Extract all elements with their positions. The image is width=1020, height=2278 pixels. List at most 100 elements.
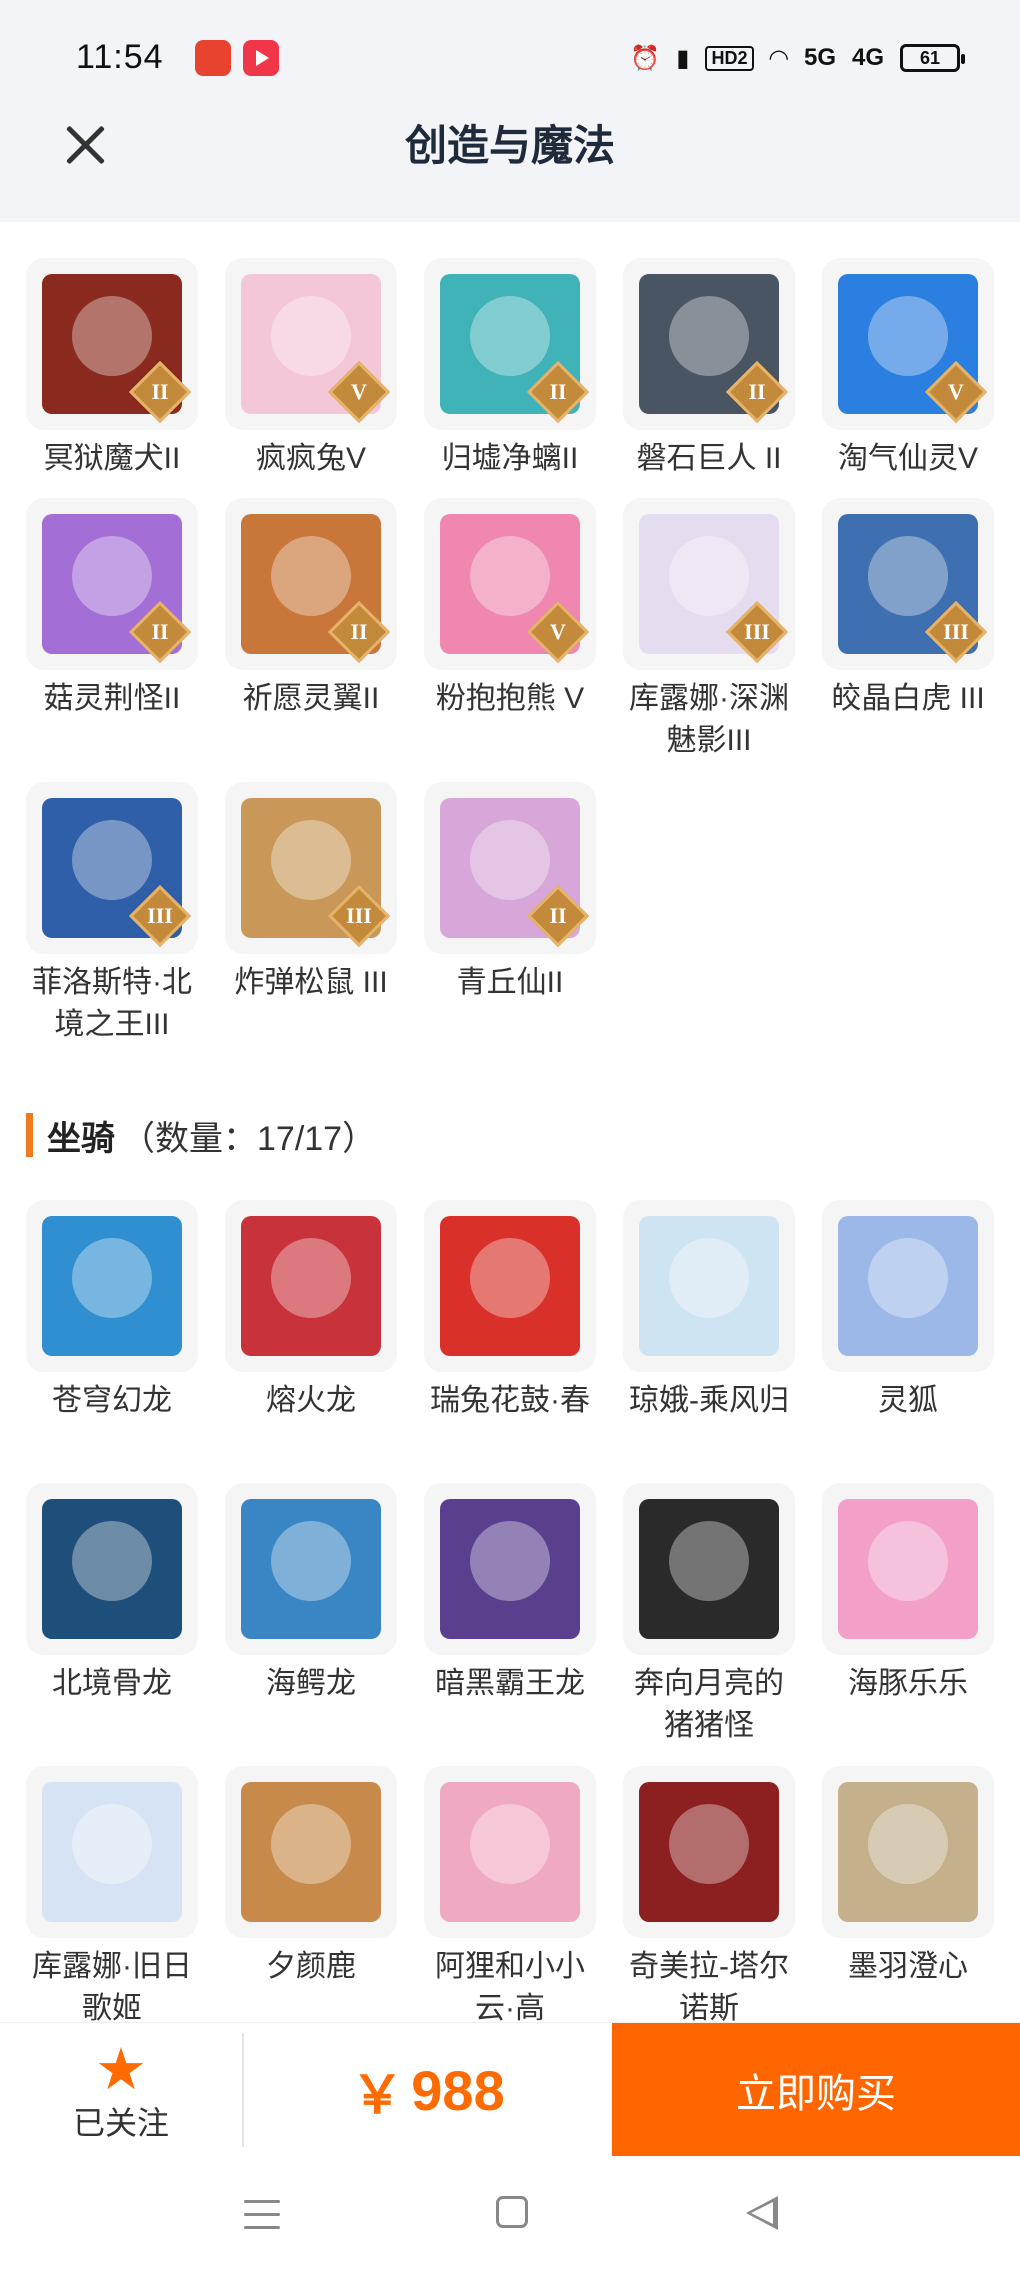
grid-item[interactable]: III 皎晶白虎 III (822, 498, 994, 720)
item-thumbnail (424, 1483, 596, 1655)
item-label: 菲洛斯特·北境之王III (32, 966, 192, 1041)
status-time: 11:54 (76, 38, 164, 76)
price: ￥ 988 (244, 2023, 612, 2157)
grid-item[interactable]: 夕颜鹿 (225, 1766, 397, 1988)
item-thumbnail (225, 1766, 397, 1938)
grid-item[interactable]: 熔火龙 (225, 1200, 397, 1422)
item-label: 冥狱魔犬II (43, 442, 181, 475)
item-image (440, 1782, 580, 1922)
item-label: 海鳄龙 (266, 1667, 356, 1700)
grid-item[interactable]: 奇美拉-塔尔诺斯 (623, 1766, 795, 2030)
grid-item[interactable]: 墨羽澄心 (822, 1766, 994, 1988)
grid-item[interactable]: II 磐石巨人 II (623, 258, 795, 480)
grid-item[interactable]: 琼娥-乘风归 (623, 1200, 795, 1422)
item-label: 灵狐 (878, 1384, 938, 1417)
grid-item[interactable]: II 青丘仙II (424, 782, 596, 1004)
grid-item[interactable]: 瑞兔花鼓·春 (424, 1200, 596, 1422)
item-label: 北境骨龙 (52, 1667, 172, 1700)
item-image (42, 1499, 182, 1639)
bottom-bar: ★ 已关注 ￥ 988 立即购买 (0, 2022, 1020, 2157)
item-thumbnail (225, 1483, 397, 1655)
item-label: 磐石巨人 II (636, 442, 782, 475)
item-image (838, 1499, 978, 1639)
grid-item[interactable]: V 疯疯兔V (225, 258, 397, 480)
item-label: 祈愿灵翼II (242, 682, 380, 715)
star-icon: ★ (95, 2037, 147, 2102)
item-thumbnail (822, 1766, 994, 1938)
item-image (838, 1216, 978, 1356)
tier-label: II (549, 379, 567, 404)
grid-item[interactable]: V 粉抱抱熊 V (424, 498, 596, 720)
currency-symbol: ￥ (351, 2066, 404, 2125)
item-thumbnail (623, 1200, 795, 1372)
grid-item[interactable]: II 祈愿灵翼II (225, 498, 397, 720)
grid-item[interactable]: 灵狐 (822, 1200, 994, 1422)
item-label: 粉抱抱熊 V (435, 682, 585, 715)
home-icon[interactable] (496, 2196, 528, 2228)
tier-label: II (151, 379, 169, 404)
item-thumbnail: II (424, 782, 596, 954)
item-label: 瑞兔花鼓·春 (430, 1384, 590, 1417)
hd-icon: HD2 (705, 45, 754, 71)
tier-label: II (748, 379, 766, 404)
item-label: 海豚乐乐 (848, 1667, 968, 1700)
grid-item[interactable]: II 菇灵荆怪II (26, 498, 198, 720)
top-area: 11:54 ⏰ ▮ HD2 ◠ 5G 4G 61 创造与魔法 (0, 0, 1020, 222)
item-thumbnail: V (822, 258, 994, 430)
grid-item[interactable]: 海豚乐乐 (822, 1483, 994, 1705)
item-label: 琼娥-乘风归 (629, 1384, 789, 1417)
video-app-icon (243, 40, 279, 76)
grid-item[interactable]: II 冥狱魔犬II (26, 258, 198, 480)
back-icon[interactable] (746, 2196, 778, 2230)
item-thumbnail (822, 1200, 994, 1372)
item-image (838, 1782, 978, 1922)
item-thumbnail: II (26, 258, 198, 430)
item-label: 炸弹松鼠 III (234, 966, 388, 999)
item-thumbnail: III (225, 782, 397, 954)
grid-item[interactable]: 暗黑霸王龙 (424, 1483, 596, 1705)
grid-item[interactable]: V 淘气仙灵V (822, 258, 994, 480)
follow-button[interactable]: ★ 已关注 (0, 2023, 242, 2157)
grid-item[interactable]: 奔向月亮的猪猪怪 (623, 1483, 795, 1747)
grid-item[interactable]: 北境骨龙 (26, 1483, 198, 1705)
buy-now-button[interactable]: 立即购买 (612, 2023, 1020, 2157)
battery-icon: 61 (900, 44, 965, 72)
item-thumbnail: III (623, 498, 795, 670)
item-thumbnail: V (424, 498, 596, 670)
grid-item[interactable]: 苍穹幻龙 (26, 1200, 198, 1422)
item-label: 青丘仙II (456, 966, 564, 999)
grid-item[interactable]: 海鳄龙 (225, 1483, 397, 1705)
item-label: 淘气仙灵V (837, 442, 978, 475)
grid-item[interactable]: 库露娜·旧日歌姬 (26, 1766, 198, 2030)
item-thumbnail (623, 1483, 795, 1655)
tier-label: II (151, 619, 169, 644)
vibrate-icon: ▮ (676, 44, 690, 72)
item-image (42, 1216, 182, 1356)
item-image (440, 1216, 580, 1356)
item-label: 墨羽澄心 (848, 1950, 968, 1983)
item-label: 菇灵荆怪II (43, 682, 181, 715)
item-image (42, 1782, 182, 1922)
tier-label: III (147, 903, 173, 928)
section-accent-bar (26, 1113, 33, 1157)
menu-icon[interactable] (244, 2200, 280, 2230)
item-thumbnail: II (623, 258, 795, 430)
section-title: 坐骑 (47, 1119, 115, 1158)
item-thumbnail (26, 1766, 198, 1938)
app-notification-icon (195, 40, 231, 76)
item-thumbnail (26, 1483, 198, 1655)
grid-item[interactable]: III 炸弹松鼠 III (225, 782, 397, 1004)
item-label: 熔火龙 (266, 1384, 356, 1417)
item-thumbnail: III (822, 498, 994, 670)
grid-item[interactable]: III 菲洛斯特·北境之王III (26, 782, 198, 1046)
5g-signal-icon: 5G (803, 44, 836, 71)
price-value: 988 (411, 2058, 505, 2122)
grid-item[interactable]: III 库露娜·深渊魅影III (623, 498, 795, 762)
item-thumbnail (822, 1483, 994, 1655)
grid-item[interactable]: 阿狸和小小云·高 (424, 1766, 596, 2030)
tier-label: II (350, 619, 368, 644)
status-bar: 11:54 ⏰ ▮ HD2 ◠ 5G 4G 61 (0, 0, 1020, 120)
grid-item[interactable]: II 归墟净螭II (424, 258, 596, 480)
item-thumbnail: III (26, 782, 198, 954)
item-label: 库露娜·旧日歌姬 (32, 1950, 192, 2025)
